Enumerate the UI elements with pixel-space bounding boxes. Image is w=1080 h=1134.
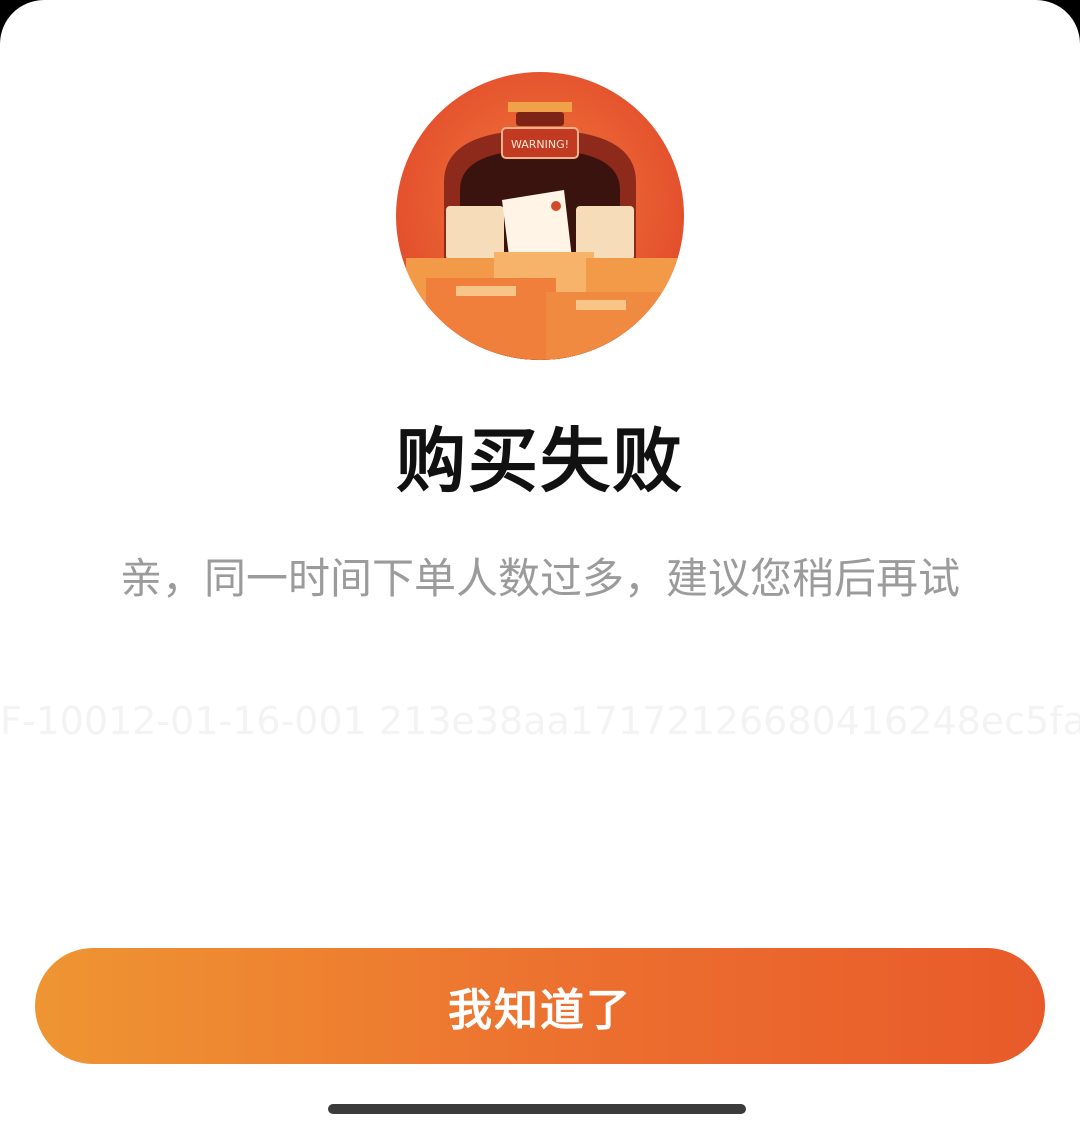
failure-dialog-sheet: WARNING! 购买失败 亲，同一时间下单人数过多，建议您稍后再试 F-100… bbox=[0, 0, 1080, 1134]
warning-sign-text: WARNING! bbox=[511, 138, 569, 151]
home-indicator bbox=[328, 1104, 746, 1114]
confirm-button[interactable]: 我知道了 bbox=[35, 948, 1045, 1064]
error-code-text: F-10012-01-16-001 213e38aa17172126680416… bbox=[0, 699, 1080, 743]
warning-parcel-icon: WARNING! bbox=[396, 72, 684, 360]
warning-parcel-illustration: WARNING! bbox=[396, 72, 684, 360]
dialog-title: 购买失败 bbox=[396, 420, 684, 502]
dialog-message: 亲，同一时间下单人数过多，建议您稍后再试 bbox=[119, 554, 960, 603]
